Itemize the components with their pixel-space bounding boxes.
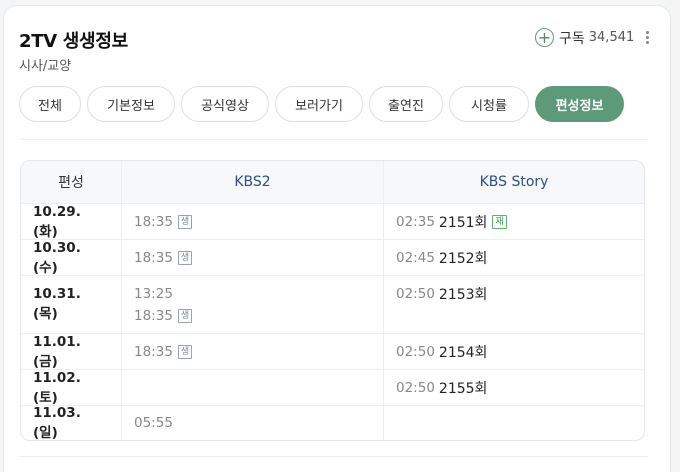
table-row: 10.29. (화) 18:35 생 02:35 2151회 재: [21, 204, 644, 240]
divider: [20, 456, 648, 457]
table-row: 11.02. (토) 02:50 2155회: [21, 370, 644, 406]
kbs2-cell: [121, 370, 383, 405]
air-time: 02:50: [396, 379, 435, 396]
program-title[interactable]: 2TV 생생정보: [19, 27, 128, 53]
air-time: 18:35: [134, 343, 173, 360]
live-badge: 생: [177, 250, 193, 265]
plus-icon: +: [535, 28, 554, 47]
tab-ratings[interactable]: 시청률: [449, 86, 529, 122]
kbs2-cell: 18:35 생: [121, 334, 383, 369]
divider: [20, 139, 648, 140]
row-date: 10.29. (화): [33, 203, 81, 240]
table-row: 10.30. (수) 18:35 생 02:45 2152회: [21, 240, 644, 276]
kbs-story-cell: 02:35 2151회 재: [383, 204, 644, 239]
column-header-kbs-story[interactable]: KBS Story: [383, 161, 644, 203]
table-row: 10.31. (목) 13:25 18:35 생 02:50 2153회: [21, 276, 644, 334]
episode-number: 2153회: [438, 287, 488, 303]
kbs-story-cell: 02:50 2154회: [383, 334, 644, 369]
live-badge: 생: [177, 344, 193, 359]
air-time: 02:50: [396, 343, 435, 360]
subscribe-label: 구독: [559, 30, 585, 47]
row-date: 11.03. (일): [33, 405, 81, 441]
table-row: 11.01. (금) 18:35 생 02:50 2154회: [21, 334, 644, 370]
tab-basic-info[interactable]: 기본정보: [87, 86, 175, 122]
tab-bar: 전체 기본정보 공식영상 보러가기 출연진 시청률 편성정보: [19, 86, 624, 122]
row-date: 11.02. (토): [33, 369, 81, 406]
tab-cast[interactable]: 출연진: [369, 86, 443, 122]
kbs2-cell: 05:55: [121, 406, 383, 440]
table-header: 편성 KBS2 KBS Story: [21, 161, 644, 204]
air-time: 13:25: [134, 285, 173, 302]
column-header-schedule: 편성: [58, 175, 84, 191]
column-header-kbs2[interactable]: KBS2: [121, 161, 383, 203]
more-options-icon[interactable]: [646, 31, 650, 47]
subscribe-button[interactable]: + 구독 34,541: [535, 27, 634, 48]
tab-official-video[interactable]: 공식영상: [181, 86, 269, 122]
kbs-story-cell: [383, 406, 644, 440]
tab-all[interactable]: 전체: [19, 86, 81, 122]
episode-number: 2151회: [438, 214, 488, 231]
program-category: 시사/교양: [19, 59, 72, 74]
rerun-badge: 재: [492, 214, 507, 229]
tab-where-to-watch[interactable]: 보러가기: [275, 86, 363, 122]
kbs-story-cell: 02:50 2155회: [383, 370, 644, 405]
tab-schedule[interactable]: 편성정보: [535, 86, 624, 122]
air-time: 02:45: [396, 249, 435, 266]
table-row: 11.03. (일) 05:55: [21, 405, 644, 441]
kbs-story-cell: 02:50 2153회: [383, 276, 644, 333]
row-date: 11.01. (금): [33, 333, 81, 370]
live-badge: 생: [177, 214, 193, 229]
air-time: 18:35: [134, 213, 173, 230]
air-time: 02:35: [396, 213, 435, 230]
row-date: 10.30. (수): [33, 239, 81, 276]
episode-number: 2152회: [438, 250, 488, 267]
row-date: 10.31. (목): [33, 286, 81, 322]
kbs2-cell: 18:35 생: [121, 204, 383, 239]
schedule-table: 편성 KBS2 KBS Story 10.29. (화) 18:35 생 02:3…: [20, 160, 645, 441]
air-time: 18:35: [134, 307, 173, 324]
air-time: 18:35: [134, 249, 173, 266]
air-time: 05:55: [134, 415, 173, 431]
kbs2-cell: 18:35 생: [121, 240, 383, 275]
episode-number: 2155회: [438, 380, 488, 397]
air-time: 02:50: [396, 286, 435, 302]
episode-number: 2154회: [438, 344, 488, 361]
kbs2-cell: 13:25 18:35 생: [121, 276, 383, 333]
live-badge: 생: [177, 308, 193, 323]
subscriber-count: 34,541: [588, 30, 635, 45]
kbs-story-cell: 02:45 2152회: [383, 240, 644, 275]
